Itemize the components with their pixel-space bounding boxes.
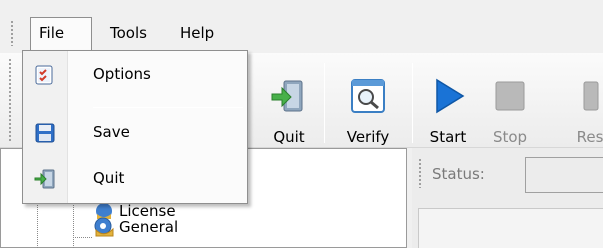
menu-help[interactable]: Help	[172, 18, 222, 48]
status-field	[525, 157, 603, 193]
menu-item-label: Options	[93, 65, 151, 83]
exit-door-icon	[34, 168, 56, 190]
menu-separator	[93, 107, 243, 108]
reset-icon	[580, 77, 600, 115]
options-checklist-icon	[34, 64, 56, 86]
menu-bar: File Tools Help	[0, 0, 603, 53]
toolbar-separator	[412, 63, 413, 143]
menu-tools-label: Tools	[110, 24, 147, 42]
menu-file-label: File	[39, 24, 65, 42]
tree-item-general[interactable]: General	[93, 215, 178, 239]
file-menu-dropdown: Options Save Quit	[22, 50, 248, 204]
menu-tools[interactable]: Tools	[102, 18, 155, 48]
content-area	[418, 208, 603, 248]
stop-button[interactable]: Stop	[486, 63, 534, 146]
status-grip[interactable]	[418, 158, 423, 188]
toolbar-grip[interactable]	[8, 58, 13, 143]
menu-file[interactable]: File	[30, 17, 92, 51]
tree-connector	[73, 237, 93, 238]
reset-button-label: Res	[576, 128, 603, 146]
menu-item-quit[interactable]: Quit	[23, 161, 247, 197]
menu-item-label: Quit	[93, 169, 125, 187]
stop-button-label: Stop	[492, 128, 528, 146]
verify-button[interactable]: Verify	[338, 63, 398, 146]
general-settings-icon	[93, 216, 115, 238]
menu-item-save[interactable]: Save	[23, 115, 247, 151]
reset-button[interactable]: Res	[570, 63, 603, 146]
menu-item-options[interactable]: Options	[23, 57, 247, 93]
menu-item-label: Save	[93, 123, 130, 141]
magnifier-window-icon	[349, 77, 387, 115]
tree-item-label: General	[119, 218, 179, 236]
exit-door-icon	[270, 77, 308, 115]
start-button[interactable]: Start	[424, 63, 472, 146]
stop-icon	[491, 77, 529, 115]
quit-button-label: Quit	[273, 128, 305, 146]
menubar-grip[interactable]	[10, 20, 15, 46]
floppy-disk-icon	[34, 122, 56, 144]
verify-button-label: Verify	[346, 128, 390, 146]
menu-help-label: Help	[180, 24, 215, 42]
toolbar-separator	[324, 63, 325, 143]
quit-button[interactable]: Quit	[266, 63, 312, 146]
start-button-label: Start	[429, 128, 467, 146]
play-icon	[429, 77, 467, 115]
status-label: Status:	[432, 165, 485, 183]
